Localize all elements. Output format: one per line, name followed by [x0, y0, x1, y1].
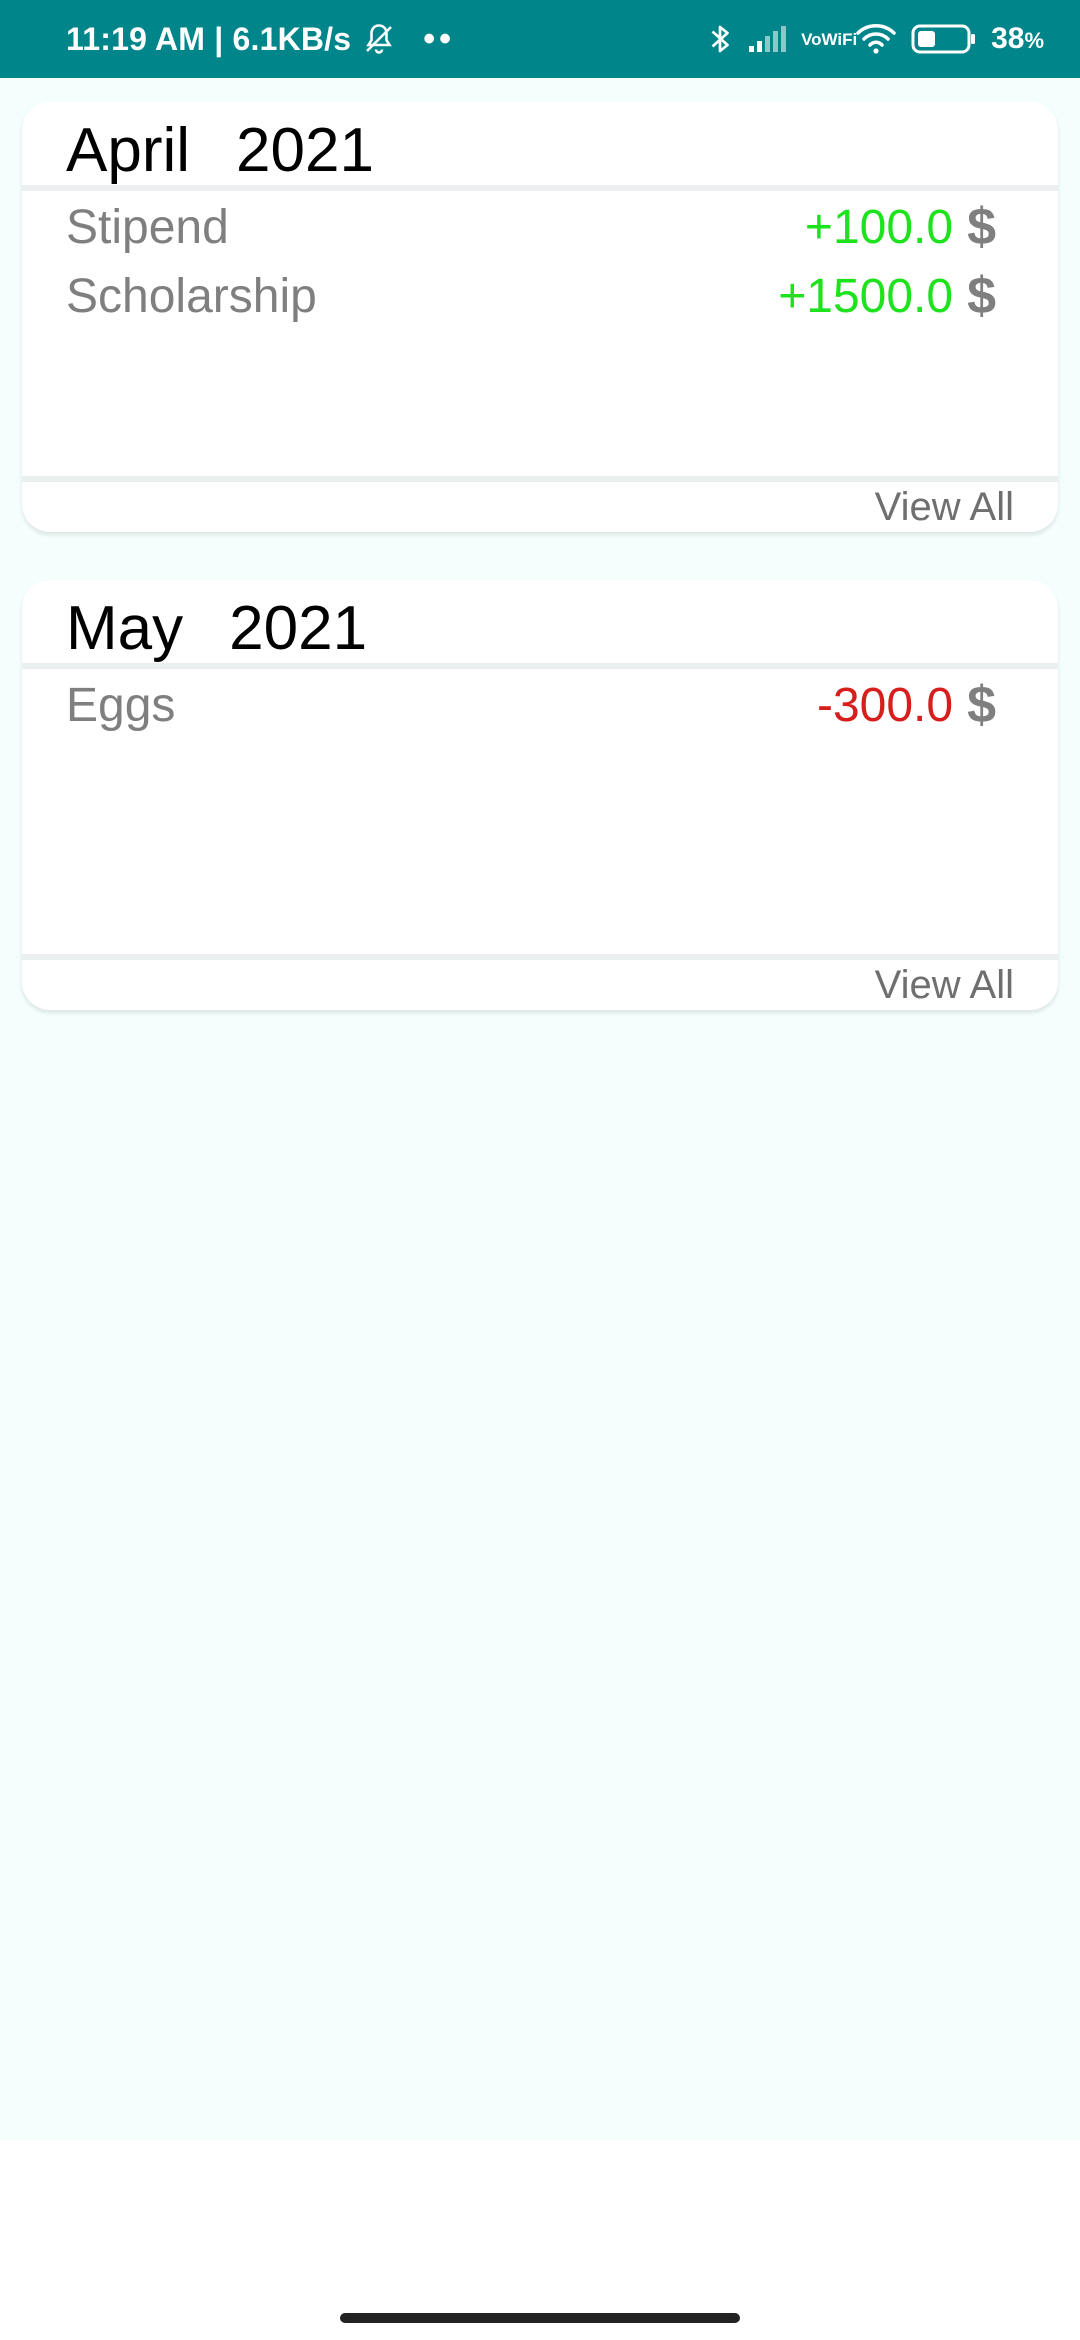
card-year: 2021: [236, 115, 374, 185]
view-all-button[interactable]: View All: [875, 960, 1014, 1010]
bluetooth-icon: [707, 21, 733, 57]
entry-amount: +1500.0: [778, 269, 954, 323]
list-item[interactable]: Stipend +100.0 $: [66, 195, 996, 259]
time-and-speed: 11:19 AM | 6.1KB/s: [66, 20, 352, 57]
main-content: April 2021 Stipend +100.0 $ Scholarship …: [0, 78, 1080, 2140]
view-all-button[interactable]: View All: [875, 482, 1014, 532]
entry-name: Stipend: [66, 200, 229, 254]
status-left: 11:19 AM | 6.1KB/s ••: [66, 0, 455, 78]
card-month: May: [66, 593, 184, 663]
status-right: Vo WiFi 38%: [707, 0, 1044, 78]
dollar-icon: $: [967, 676, 996, 734]
list-item[interactable]: Eggs -300.0 $: [66, 673, 996, 737]
signal-icon: [747, 24, 787, 54]
card-header: April 2021: [66, 110, 374, 190]
battery-icon: [911, 23, 977, 55]
entry-name: Eggs: [66, 678, 176, 732]
more-notifications-dots: ••: [423, 19, 456, 58]
navigation-area: [0, 2140, 1080, 2340]
wifi-icon: [855, 22, 897, 56]
vowifi-indicator: Vo WiFi: [801, 29, 858, 49]
card-divider: [22, 185, 1058, 191]
battery-percentage: 38%: [991, 22, 1044, 55]
month-card-april[interactable]: April 2021 Stipend +100.0 $ Scholarship …: [22, 102, 1058, 532]
card-month: April: [66, 115, 191, 185]
month-card-may[interactable]: May 2021 Eggs -300.0 $ View All: [22, 580, 1058, 1010]
card-header: May 2021: [66, 588, 367, 668]
dollar-icon: $: [967, 267, 996, 325]
list-item[interactable]: Scholarship +1500.0 $: [66, 264, 996, 328]
entry-amount: +100.0: [804, 200, 954, 254]
card-divider: [22, 663, 1058, 669]
entry-name: Scholarship: [66, 269, 317, 323]
card-year: 2021: [229, 593, 368, 663]
home-indicator[interactable]: [340, 2313, 740, 2323]
status-bar: 11:19 AM | 6.1KB/s •• Vo WiFi 38%: [0, 0, 1080, 78]
entry-amount: -300.0: [816, 678, 954, 732]
dollar-icon: $: [967, 198, 996, 256]
bell-off-icon: [361, 21, 397, 57]
